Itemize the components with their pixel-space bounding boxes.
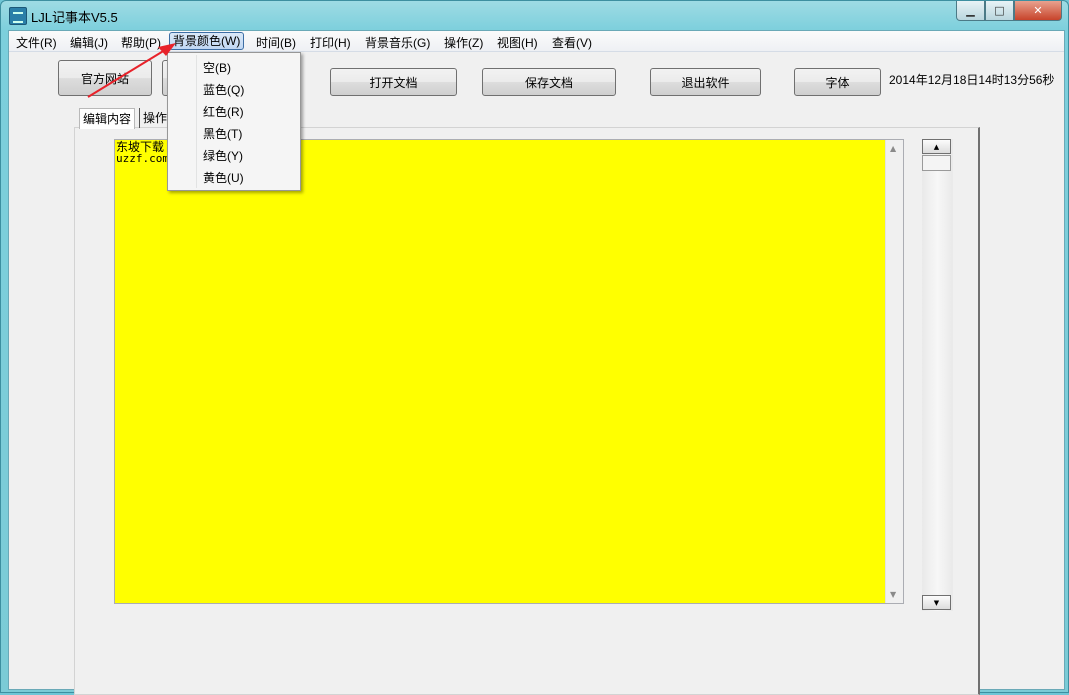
maximize-button[interactable]: □ [985, 1, 1014, 21]
window-controls: ▁ □ ✕ [956, 1, 1062, 21]
menu-background-color[interactable]: 背景颜色(W) [169, 32, 245, 50]
menu-option-none[interactable]: 空(B) [203, 59, 231, 76]
tab-edit-content[interactable]: 编辑内容 [79, 108, 136, 129]
editor-scrollbar[interactable]: ▲ ▼ [885, 140, 903, 603]
save-document-button[interactable]: 保存文档 [482, 68, 616, 96]
menu-option-yellow[interactable]: 黄色(U) [203, 169, 244, 186]
menu-check[interactable]: 查看(V) [552, 34, 592, 51]
window-title: LJL记事本V5.5 [31, 10, 118, 25]
menu-option-green[interactable]: 绿色(Y) [203, 147, 243, 164]
app-icon [9, 7, 27, 25]
menu-operation[interactable]: 操作(Z) [444, 34, 483, 51]
title-bar[interactable]: LJL记事本V5.5 ▁ □ ✕ [1, 1, 1068, 31]
app-window: LJL记事本V5.5 ▁ □ ✕ 文件(R) 编辑(J) 帮助(P) 背景颜色(… [0, 0, 1069, 695]
font-button[interactable]: 字体 [794, 68, 881, 96]
minimize-button[interactable]: ▁ [956, 1, 985, 21]
menu-view[interactable]: 视图(H) [497, 34, 538, 51]
scroll-up-icon[interactable]: ▲ [890, 144, 896, 153]
close-icon: ✕ [1033, 4, 1043, 17]
background-color-menu: 空(B) 蓝色(Q) 红色(R) 黑色(T) 绿色(Y) 黄色(U) [167, 52, 301, 191]
side-scrollbar[interactable]: ▲ ▼ [922, 139, 953, 611]
arrow-up-icon: ▲ [933, 142, 940, 151]
menu-file[interactable]: 文件(R) [16, 34, 57, 51]
tab-operation[interactable]: 操作 [139, 108, 170, 128]
menu-bar: 文件(R) 编辑(J) 帮助(P) 背景颜色(W) 时间(B) 打印(H) 背景… [9, 31, 1064, 52]
exit-software-button[interactable]: 退出软件 [650, 68, 761, 96]
side-scroll-up-button[interactable]: ▲ [922, 139, 951, 154]
menu-help[interactable]: 帮助(P) [121, 34, 161, 51]
arrow-down-icon: ▼ [933, 598, 940, 607]
open-document-button[interactable]: 打开文档 [330, 68, 457, 96]
menu-edit[interactable]: 编辑(J) [70, 34, 108, 51]
client-area: 文件(R) 编辑(J) 帮助(P) 背景颜色(W) 时间(B) 打印(H) 背景… [8, 30, 1065, 695]
menu-time[interactable]: 时间(B) [256, 34, 296, 51]
menu-option-black[interactable]: 黑色(T) [203, 125, 242, 142]
scroll-down-icon[interactable]: ▼ [890, 590, 896, 599]
minimize-icon: ▁ [966, 4, 975, 17]
menu-print[interactable]: 打印(H) [310, 34, 351, 51]
editor-content: 东坡下载 uzzf.com [116, 141, 169, 164]
side-scroll-down-button[interactable]: ▼ [922, 595, 951, 610]
menu-background-music[interactable]: 背景音乐(G) [365, 34, 430, 51]
close-button[interactable]: ✕ [1014, 1, 1062, 21]
menu-option-red[interactable]: 红色(R) [203, 103, 244, 120]
maximize-icon: □ [994, 4, 1005, 17]
side-scroll-thumb[interactable] [922, 155, 951, 171]
editor-line: uzzf.com [116, 152, 169, 165]
menu-option-blue[interactable]: 蓝色(Q) [203, 81, 244, 98]
text-editor[interactable]: 东坡下载 uzzf.com ▲ ▼ [114, 139, 904, 604]
datetime-display: 2014年12月18日14时13分56秒 [889, 73, 1055, 87]
official-site-button[interactable]: 官方网站 [58, 60, 152, 96]
menu-gutter [196, 55, 197, 188]
